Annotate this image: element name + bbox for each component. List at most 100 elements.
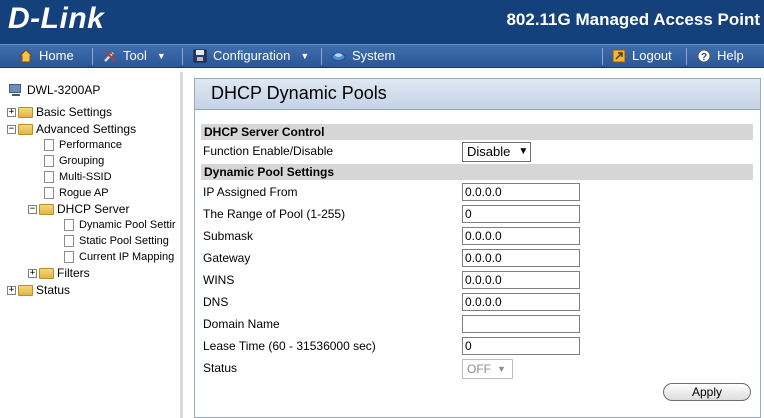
menu-divider <box>182 48 183 65</box>
tree-item-grouping[interactable]: Grouping <box>44 153 104 169</box>
page-icon <box>64 251 74 263</box>
tree-item-status-label: Status <box>36 283 71 297</box>
function-select-value: Disable <box>467 144 511 159</box>
computer-icon <box>8 83 24 97</box>
chevron-down-icon: ▼ <box>518 146 529 157</box>
chevron-down-icon: ▼ <box>300 51 310 61</box>
menu-system[interactable]: System <box>331 45 395 67</box>
status-select[interactable]: OFF ▼ <box>462 359 513 379</box>
tree-item-advanced-settings-label: Advanced Settings <box>36 122 137 136</box>
expand-icon[interactable]: + <box>28 268 37 278</box>
system-icon <box>331 49 346 64</box>
folder-open-icon <box>18 123 33 135</box>
menu-home-label: Home <box>39 48 74 63</box>
lease-time-label: Lease Time (60 - 31536000 sec) <box>203 339 376 353</box>
menu-configuration[interactable]: Configuration ▼ <box>192 45 309 67</box>
function-label: Function Enable/Disable <box>203 144 334 158</box>
svg-text:?: ? <box>700 52 706 63</box>
page-icon <box>64 219 74 231</box>
menu-tool[interactable]: Tool ▼ <box>102 45 166 67</box>
tree-item-performance-label: Performance <box>59 139 122 151</box>
expand-icon[interactable]: + <box>7 285 16 295</box>
tree-item-device-label: DWL-3200AP <box>27 83 101 97</box>
tree-item-rogue-ap[interactable]: Rogue AP <box>44 185 109 201</box>
apply-button[interactable]: Apply <box>663 383 751 401</box>
tree-item-advanced-settings[interactable]: − Advanced Settings <box>7 121 136 137</box>
menu-system-label: System <box>352 48 396 63</box>
folder-icon <box>18 106 33 118</box>
gateway-input[interactable]: 0.0.0.0 <box>462 249 580 267</box>
function-select[interactable]: Disable ▼ <box>462 142 531 162</box>
panel-title-bar: DHCP Dynamic Pools <box>195 79 760 110</box>
menu-help[interactable]: ? Help <box>696 45 744 67</box>
chevron-down-icon: ▼ <box>497 364 506 374</box>
tree-item-dynamic-pool[interactable]: Dynamic Pool Settir <box>64 217 176 233</box>
submask-input[interactable]: 0.0.0.0 <box>462 227 580 245</box>
page-icon <box>44 187 54 199</box>
tree-item-dhcp-server[interactable]: − DHCP Server <box>28 201 129 217</box>
menu-divider <box>602 48 603 65</box>
home-icon <box>18 49 33 64</box>
navigation-tree: DWL-3200AP + Basic Settings − Advanced S… <box>0 72 183 418</box>
collapse-icon[interactable]: − <box>28 204 37 214</box>
ip-assigned-from-label: IP Assigned From <box>203 185 298 199</box>
tree-item-rogue-ap-label: Rogue AP <box>59 187 109 199</box>
tree-item-static-pool-label: Static Pool Setting <box>79 235 169 247</box>
page-icon <box>44 155 54 167</box>
content-panel: DHCP Dynamic Pools DHCP Server Control F… <box>194 78 761 418</box>
wins-input[interactable]: 0.0.0.0 <box>462 271 580 289</box>
pool-range-input[interactable]: 0 <box>462 205 580 223</box>
floppy-disk-icon <box>192 49 207 64</box>
menu-help-label: Help <box>717 48 744 63</box>
dns-input[interactable]: 0.0.0.0 <box>462 293 580 311</box>
ip-assigned-from-input[interactable]: 0.0.0.0 <box>462 183 580 201</box>
tree-item-current-ip-mapping-label: Current IP Mapping <box>79 251 175 263</box>
tree-item-current-ip-mapping[interactable]: Current IP Mapping <box>64 249 174 265</box>
tree-item-basic-settings[interactable]: + Basic Settings <box>7 104 112 120</box>
dlink-logo: D-Link <box>8 2 105 35</box>
logout-icon <box>611 49 626 64</box>
menu-configuration-label: Configuration <box>213 48 291 63</box>
chevron-down-icon: ▼ <box>156 51 166 61</box>
page-icon <box>64 235 74 247</box>
tree-item-dynamic-pool-label: Dynamic Pool Settir <box>79 219 176 231</box>
domain-name-input[interactable] <box>462 315 580 333</box>
folder-icon <box>18 284 33 296</box>
status-label: Status <box>203 361 238 375</box>
gateway-label: Gateway <box>203 251 251 265</box>
lease-time-input[interactable]: 0 <box>462 337 580 355</box>
section-dynamic-pool-settings: Dynamic Pool Settings <box>201 164 753 180</box>
submask-label: Submask <box>203 229 254 243</box>
tree-item-static-pool[interactable]: Static Pool Setting <box>64 233 169 249</box>
help-icon: ? <box>696 49 711 64</box>
header-bar: D-Link 802.11G Managed Access Point <box>0 0 764 44</box>
tree-item-performance[interactable]: Performance <box>44 137 122 153</box>
tree-item-filters[interactable]: + Filters <box>28 265 90 281</box>
tree-item-filters-label: Filters <box>57 266 90 280</box>
domain-name-label: Domain Name <box>203 317 280 331</box>
wins-label: WINS <box>203 273 235 287</box>
tree-item-dhcp-server-label: DHCP Server <box>57 202 130 216</box>
section-dhcp-server-control: DHCP Server Control <box>201 124 753 140</box>
folder-icon <box>39 267 54 279</box>
page-icon <box>44 171 54 183</box>
collapse-icon[interactable]: − <box>7 124 16 134</box>
folder-open-icon <box>39 203 54 215</box>
menu-home[interactable]: Home <box>18 45 74 67</box>
tree-item-multi-ssid[interactable]: Multi-SSID <box>44 169 112 185</box>
tree-item-status[interactable]: + Status <box>7 282 70 298</box>
tree-item-device[interactable]: DWL-3200AP <box>8 82 100 98</box>
tree-item-multi-ssid-label: Multi-SSID <box>59 171 112 183</box>
tool-icon <box>102 49 117 64</box>
menu-logout-label: Logout <box>632 48 672 63</box>
tree-item-basic-settings-label: Basic Settings <box>36 105 113 119</box>
page-title: DHCP Dynamic Pools <box>211 83 387 103</box>
dns-label: DNS <box>203 295 229 309</box>
menu-bar: Home Tool ▼ Configuration ▼ System Logou… <box>0 44 764 68</box>
expand-icon[interactable]: + <box>7 107 16 117</box>
menu-divider <box>686 48 687 65</box>
menu-divider <box>321 48 322 65</box>
tree-item-grouping-label: Grouping <box>59 155 105 167</box>
menu-tool-label: Tool <box>123 48 147 63</box>
menu-logout[interactable]: Logout <box>611 45 672 67</box>
